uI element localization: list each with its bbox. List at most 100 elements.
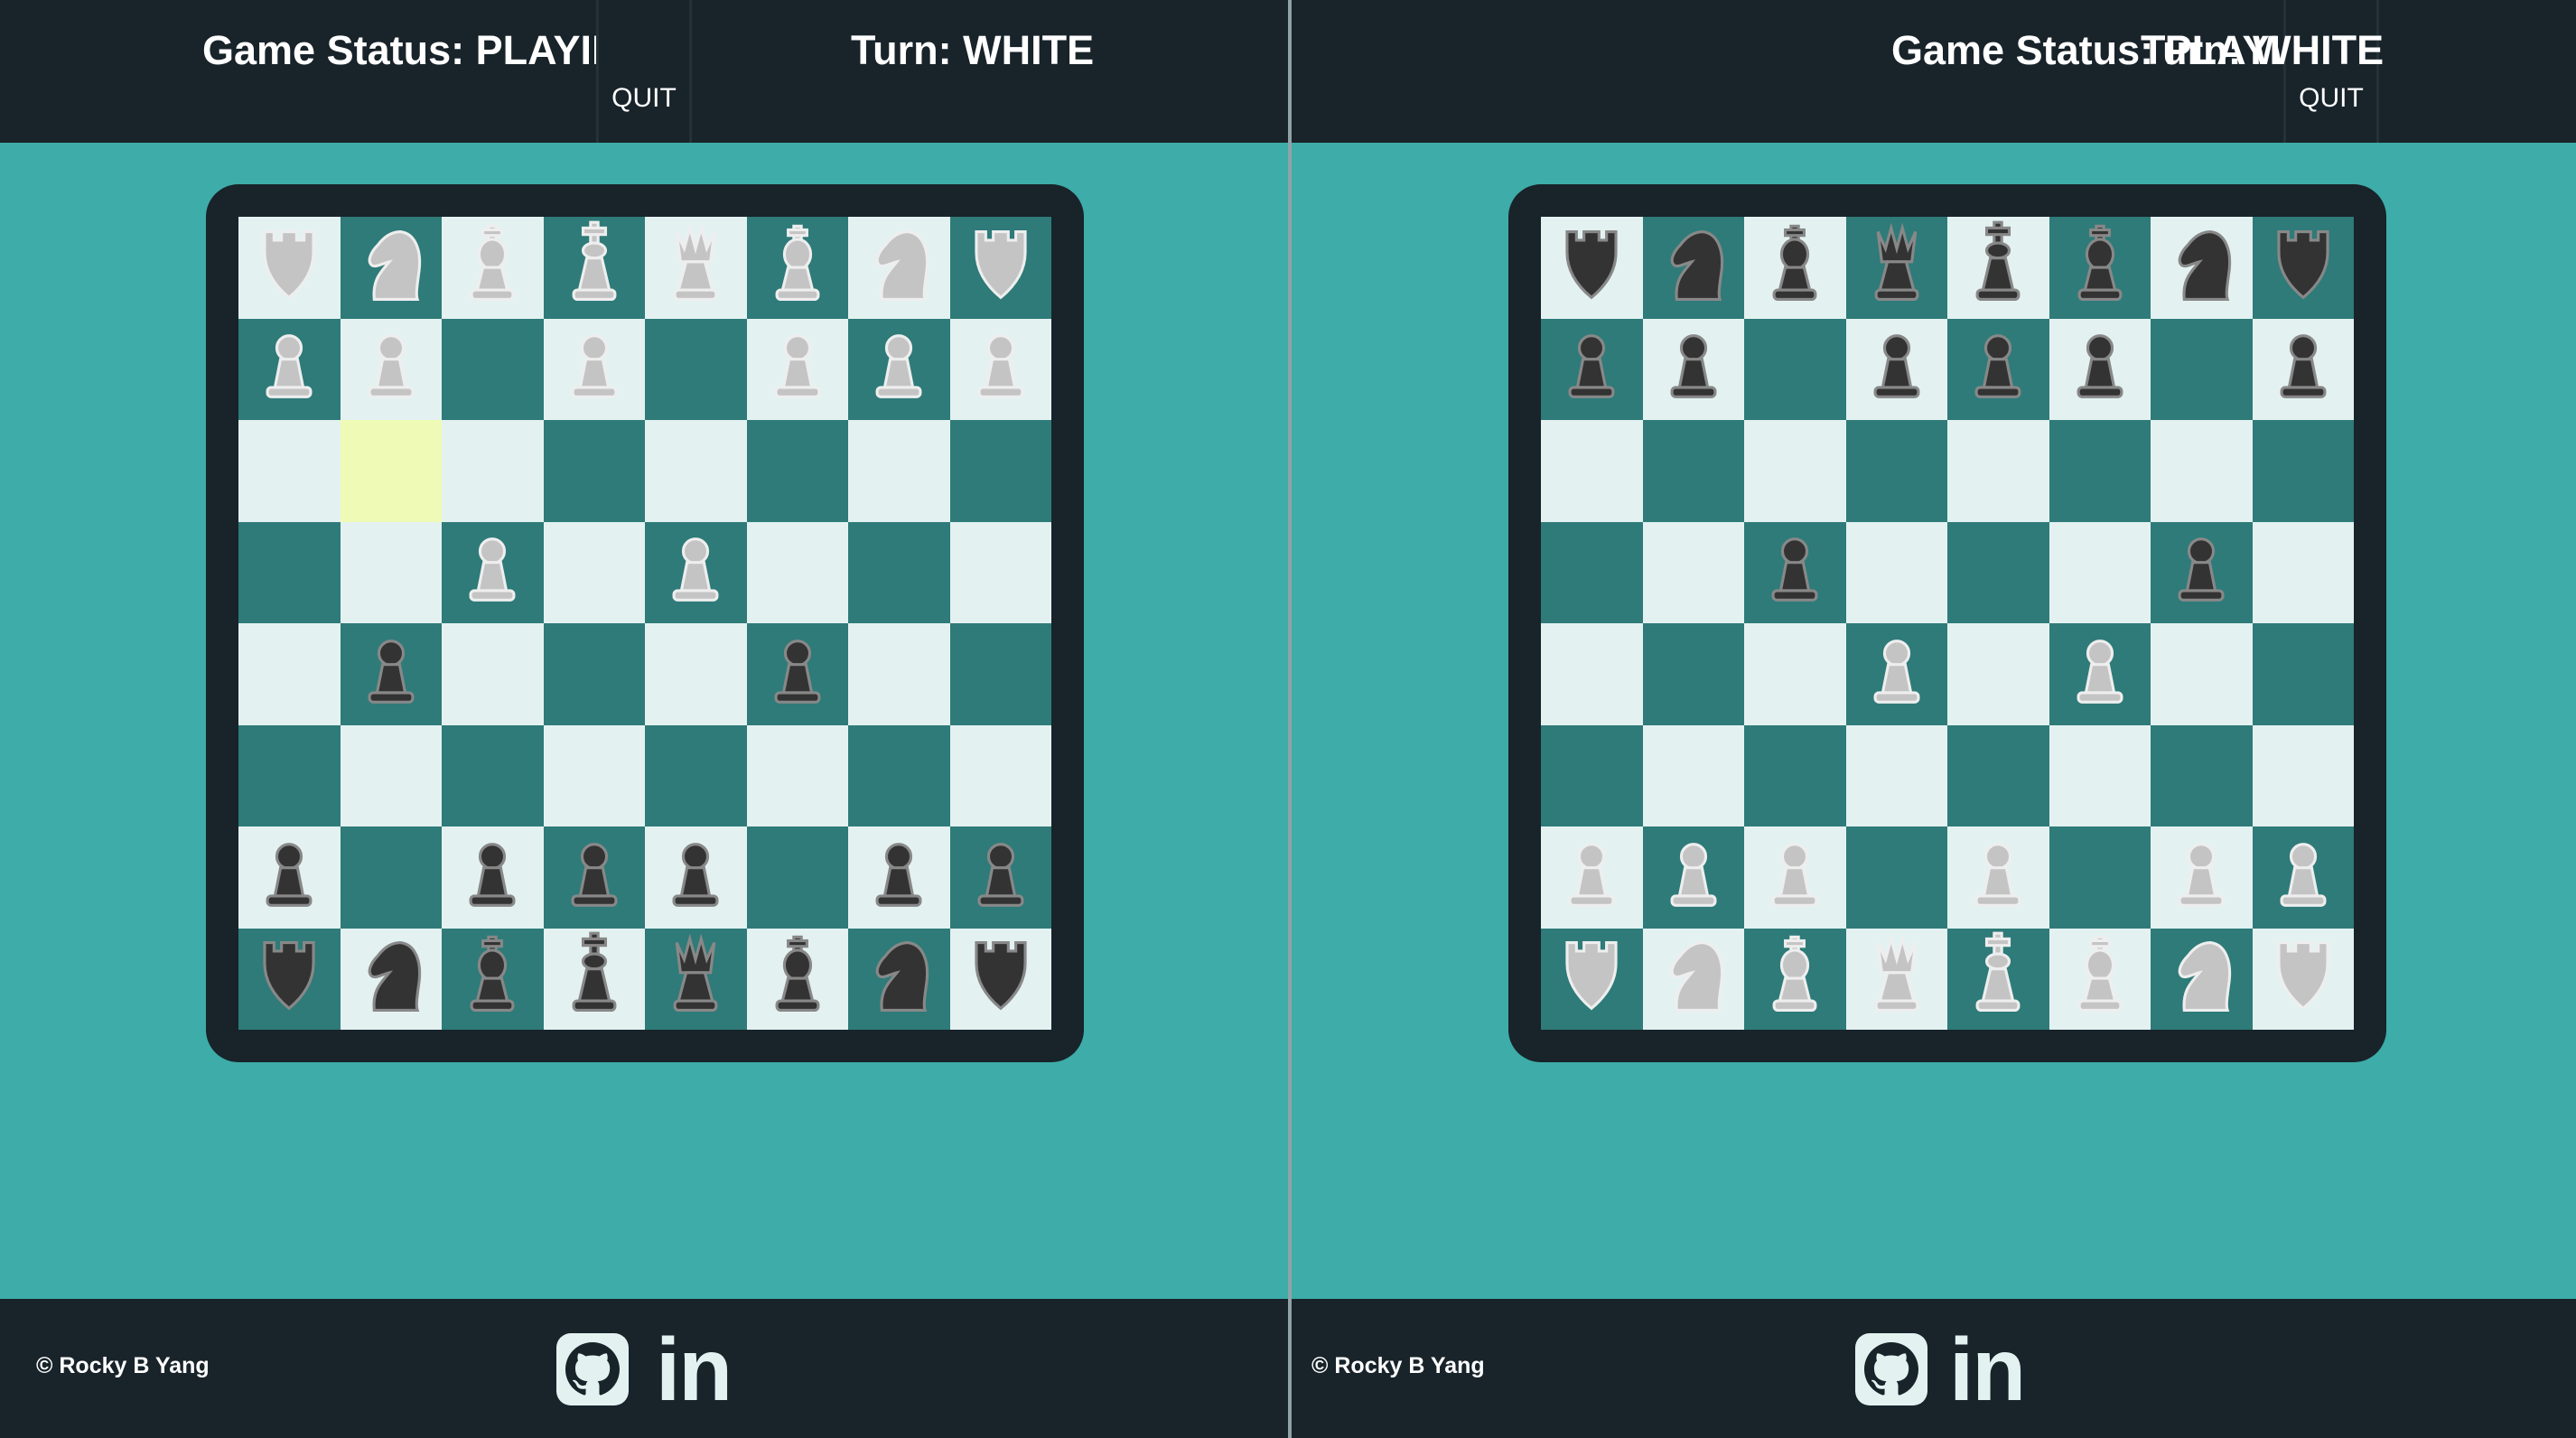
board-square[interactable]	[238, 928, 341, 1030]
board-square[interactable]	[238, 420, 341, 522]
black-pawn-icon[interactable]	[2256, 320, 2350, 418]
white-pawn-icon[interactable]	[344, 320, 438, 418]
black-pawn-icon[interactable]	[1647, 320, 1741, 418]
board-square[interactable]	[543, 623, 645, 725]
white-king-icon[interactable]	[1951, 929, 2045, 1028]
white-bishop-icon[interactable]	[751, 219, 845, 317]
board-square[interactable]	[746, 420, 848, 522]
white-pawn-icon[interactable]	[547, 320, 641, 418]
board-square[interactable]	[645, 521, 747, 623]
board-square[interactable]	[2049, 928, 2151, 1030]
board-square[interactable]	[1845, 521, 1947, 623]
white-pawn-icon[interactable]	[649, 523, 742, 621]
linkedin-icon[interactable]: in	[656, 1324, 733, 1415]
black-pawn-icon[interactable]	[2053, 320, 2147, 418]
board-square[interactable]	[1541, 724, 1643, 826]
board-square[interactable]	[340, 420, 442, 522]
board-square[interactable]	[1744, 623, 1846, 725]
board-square[interactable]	[1947, 521, 2049, 623]
board-square[interactable]	[442, 217, 544, 319]
board-square[interactable]	[543, 521, 645, 623]
board-square[interactable]	[1744, 724, 1846, 826]
board-square[interactable]	[1541, 826, 1643, 929]
board-square[interactable]	[2252, 318, 2354, 420]
board-square[interactable]	[1642, 826, 1744, 929]
black-pawn-icon[interactable]	[1951, 320, 2045, 418]
black-pawn-icon[interactable]	[2154, 523, 2248, 621]
black-pawn-icon[interactable]	[751, 625, 845, 724]
board-square[interactable]	[1744, 420, 1846, 522]
board-square[interactable]	[238, 826, 341, 929]
board-square[interactable]	[340, 724, 442, 826]
board-square[interactable]	[1947, 623, 2049, 725]
board-square[interactable]	[1642, 217, 1744, 319]
board-square[interactable]	[1642, 724, 1744, 826]
white-pawn-icon[interactable]	[2053, 625, 2147, 724]
board-square[interactable]	[645, 217, 747, 319]
board-square[interactable]	[645, 420, 747, 522]
board-square[interactable]	[2049, 521, 2151, 623]
black-pawn-icon[interactable]	[852, 828, 946, 927]
board-square[interactable]	[645, 318, 747, 420]
board-square[interactable]	[645, 724, 747, 826]
board-square[interactable]	[2151, 217, 2253, 319]
white-bishop-icon[interactable]	[2053, 929, 2147, 1028]
board-square[interactable]	[949, 318, 1051, 420]
board-square[interactable]	[2049, 420, 2151, 522]
board-square[interactable]	[238, 318, 341, 420]
board-square[interactable]	[2151, 318, 2253, 420]
quit-button[interactable]: QUIT	[596, 0, 692, 143]
board-square[interactable]	[949, 623, 1051, 725]
board-square[interactable]	[1744, 521, 1846, 623]
board-square[interactable]	[949, 420, 1051, 522]
board-square[interactable]	[340, 217, 442, 319]
black-pawn-icon[interactable]	[1545, 320, 1638, 418]
board-square[interactable]	[1642, 318, 1744, 420]
board-square[interactable]	[746, 826, 848, 929]
white-king-icon[interactable]	[547, 219, 641, 317]
board-square[interactable]	[543, 928, 645, 1030]
board-square[interactable]	[2049, 318, 2151, 420]
board-square[interactable]	[2151, 826, 2253, 929]
board-square[interactable]	[1642, 521, 1744, 623]
black-knight-icon[interactable]	[2154, 219, 2248, 317]
github-icon[interactable]	[556, 1333, 629, 1405]
board-square[interactable]	[1744, 217, 1846, 319]
black-king-icon[interactable]	[1951, 219, 2045, 317]
board-square[interactable]	[2151, 928, 2253, 1030]
white-pawn-icon[interactable]	[954, 320, 1048, 418]
board-square[interactable]	[2252, 217, 2354, 319]
board-square[interactable]	[848, 420, 950, 522]
black-pawn-icon[interactable]	[649, 828, 742, 927]
board-square[interactable]	[442, 826, 544, 929]
board-square[interactable]	[2252, 623, 2354, 725]
board-square[interactable]	[1541, 623, 1643, 725]
white-pawn-icon[interactable]	[2154, 828, 2248, 927]
board-square[interactable]	[1744, 928, 1846, 1030]
board-square[interactable]	[1541, 318, 1643, 420]
black-pawn-icon[interactable]	[1748, 523, 1842, 621]
white-pawn-icon[interactable]	[1748, 828, 1842, 927]
board-square[interactable]	[848, 318, 950, 420]
board-square[interactable]	[442, 521, 544, 623]
board-square[interactable]	[1541, 521, 1643, 623]
board-square[interactable]	[949, 521, 1051, 623]
white-pawn-icon[interactable]	[852, 320, 946, 418]
board-square[interactable]	[1845, 928, 1947, 1030]
board-square[interactable]	[1845, 420, 1947, 522]
board-square[interactable]	[442, 420, 544, 522]
board-square[interactable]	[848, 217, 950, 319]
board-square[interactable]	[746, 521, 848, 623]
white-bishop-icon[interactable]	[445, 219, 539, 317]
white-pawn-icon[interactable]	[242, 320, 336, 418]
board-square[interactable]	[238, 623, 341, 725]
board-square[interactable]	[645, 928, 747, 1030]
board-square[interactable]	[2049, 826, 2151, 929]
black-knight-icon[interactable]	[1647, 219, 1741, 317]
black-rook-icon[interactable]	[242, 929, 336, 1028]
board-square[interactable]	[1845, 623, 1947, 725]
black-pawn-icon[interactable]	[547, 828, 641, 927]
board-square[interactable]	[2151, 623, 2253, 725]
black-pawn-icon[interactable]	[344, 625, 438, 724]
black-knight-icon[interactable]	[852, 929, 946, 1028]
